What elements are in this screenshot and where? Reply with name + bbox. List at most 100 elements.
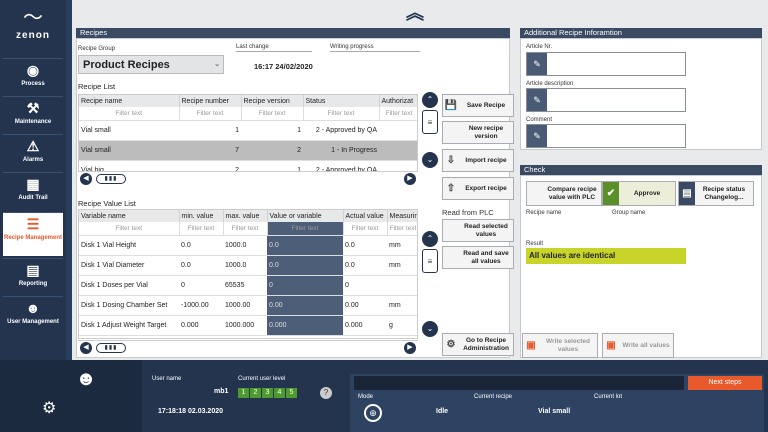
column-header[interactable]: max. value — [223, 210, 268, 222]
scroll-thumb[interactable]: ≡ — [422, 110, 438, 134]
settings-gears-icon[interactable]: ⚙ — [42, 398, 56, 418]
table-row[interactable]: Disk 1 Adjust Weight Target 0.000 1000.000… — [79, 315, 417, 336]
table-cell: Disk 1 Vial Height — [79, 235, 179, 256]
table-cell: 1 - In Progress — [303, 140, 379, 161]
filter-input[interactable]: Filter text — [241, 107, 304, 121]
filter-input[interactable]: Filter text — [179, 222, 224, 236]
table-row[interactable]: Disk 1 Vial Diameter 0.0 1000.0 0.0 0.0 mm — [79, 255, 417, 276]
save-recipe-button[interactable]: 💾 Save Recipe — [442, 94, 514, 117]
sidebar-item-audit-trail[interactable]: ▦ Audit Trail — [3, 172, 63, 210]
column-header[interactable]: Authorizat — [379, 95, 417, 107]
editable-value-cell[interactable]: 0.0 — [267, 255, 343, 276]
steering-wheel-icon: ⊕ — [364, 404, 382, 422]
filter-input[interactable]: Filter text — [303, 107, 380, 121]
scroll-up-icon[interactable]: ⌃ — [422, 92, 438, 108]
recipe-list-title: Recipe List — [78, 82, 116, 91]
sidebar-item-reporting[interactable]: ▤ Reporting — [3, 258, 63, 296]
status-changelog-button[interactable]: ▤ Recipe status Changelog... — [678, 181, 754, 206]
new-recipe-version-button[interactable]: New recipe version — [442, 121, 514, 144]
table-row[interactable]: Disk 1 Vial Height 0.0 1000.0 0.0 0.0 mm — [79, 235, 417, 256]
sidebar-item-recipe-management[interactable]: ☰ Recipe Management — [3, 212, 63, 256]
column-header[interactable]: Actual value — [343, 210, 388, 222]
sidebar-item-process[interactable]: ◉ Process — [3, 58, 63, 96]
table-cell: 0.000 — [343, 315, 387, 336]
pencil-icon[interactable]: ✎ — [527, 89, 547, 111]
export-recipe-button[interactable]: ⇧ Export recipe — [442, 177, 514, 200]
filter-input[interactable]: Filter text — [79, 222, 180, 236]
read-selected-values-button[interactable]: Read selected values — [442, 219, 514, 242]
write-selected-values-button[interactable]: ▣ Write selected values — [522, 333, 598, 358]
editable-value-cell[interactable]: 0 — [267, 275, 343, 296]
button-label: Import recipe — [465, 156, 507, 164]
table-row-selected[interactable]: Vial small 7 2 1 - In Progress — [79, 140, 417, 161]
import-icon: ⇩ — [446, 155, 456, 166]
user-name-label: User name — [152, 376, 182, 382]
article-description-field[interactable]: ✎ — [526, 88, 686, 112]
last-change-label: Last change — [236, 44, 269, 50]
filter-input[interactable]: Filter text — [343, 222, 388, 236]
user-level-label: Current user level — [238, 376, 286, 382]
editable-value-cell[interactable]: 0.0 — [267, 235, 343, 256]
scroll-left-icon[interactable]: ◀ — [80, 173, 92, 185]
table-row[interactable]: Disk 1 Dosing Chamber Set -1000.00 1000.00… — [79, 295, 417, 316]
compare-with-plc-button[interactable]: Compare recipe value with PLC — [526, 181, 602, 206]
scroll-thumb[interactable]: ▮▮▮ — [96, 174, 126, 184]
column-header[interactable]: Measuring — [387, 210, 417, 222]
value-list-hscroll[interactable]: ◀ ▮▮▮ ▶ — [78, 340, 418, 354]
sidebar-item-maintenance[interactable]: ⚒ Maintenance — [3, 96, 63, 134]
import-recipe-button[interactable]: ⇩ Import recipe — [442, 149, 514, 172]
scroll-right-icon[interactable]: ▶ — [404, 173, 416, 185]
collapse-header-chevron-icon[interactable]: ︽ — [403, 3, 427, 23]
column-header[interactable]: Value or variable — [267, 210, 344, 222]
article-nr-label: Article Nr. — [526, 44, 553, 50]
write-all-values-button[interactable]: ▣ Write all values — [602, 333, 674, 358]
filter-input[interactable]: Filter text — [267, 222, 344, 236]
button-label: Read selected values — [464, 222, 508, 238]
pencil-icon[interactable]: ✎ — [527, 125, 547, 147]
scroll-right-icon[interactable]: ▶ — [404, 342, 416, 354]
next-steps-button[interactable]: Next steps — [688, 376, 762, 390]
column-header[interactable]: Variable name — [79, 210, 180, 222]
check-header: Check — [520, 165, 762, 175]
scroll-thumb[interactable]: ▮▮▮ — [96, 343, 126, 353]
column-header[interactable]: Status — [303, 95, 380, 107]
scroll-down-icon[interactable]: ⌄ — [422, 321, 438, 337]
recipe-group-select[interactable]: Product Recipes ⌄ — [78, 55, 224, 74]
changelog-icon: ▤ — [679, 182, 695, 205]
recipe-list-vscroll[interactable]: ⌃ ≡ ⌄ — [422, 92, 438, 174]
table-row[interactable]: Vial small 1 1 2 - Approved by QA — [79, 120, 417, 141]
mode-value: Idle — [436, 408, 449, 415]
value-list-vscroll[interactable]: ⌃ ≡ ⌄ — [422, 231, 438, 341]
scroll-thumb[interactable]: ≡ — [422, 249, 438, 273]
scroll-up-icon[interactable]: ⌃ — [422, 231, 438, 247]
editable-value-cell[interactable]: 0.00 — [267, 295, 343, 316]
column-header[interactable]: Recipe number — [179, 95, 242, 107]
recipe-list-hscroll[interactable]: ◀ ▮▮▮ ▶ — [78, 171, 418, 185]
pencil-icon[interactable]: ✎ — [527, 53, 547, 75]
column-header[interactable]: Recipe name — [79, 95, 180, 107]
go-to-recipe-administration-button[interactable]: ⚙ Go to Recipe Administration — [442, 333, 514, 356]
column-header[interactable]: min. value — [179, 210, 224, 222]
column-header[interactable]: Recipe version — [241, 95, 304, 107]
help-icon[interactable]: ? — [320, 387, 332, 399]
filter-input[interactable]: Filter text — [79, 107, 180, 121]
filter-input[interactable]: Filter text — [179, 107, 242, 121]
sidebar-item-alarms[interactable]: ⚠ Alarms — [3, 134, 63, 172]
filter-input[interactable]: Filter text — [223, 222, 268, 236]
comment-field[interactable]: ✎ — [526, 124, 686, 148]
approve-button[interactable]: ✔ Approve — [602, 181, 676, 206]
table-cell: 0.000 — [179, 315, 223, 336]
filter-input[interactable]: Filter text — [379, 107, 417, 121]
article-nr-field[interactable]: ✎ — [526, 52, 686, 76]
table-cell: 1000.000 — [223, 315, 267, 336]
sidebar-item-user-management[interactable]: ☻ User Management — [3, 296, 63, 334]
table-row[interactable]: Disk 1 Doses per Vial 0 65535 0 0 — [79, 275, 417, 296]
filter-input[interactable]: Filter text — [387, 222, 417, 236]
read-save-all-button[interactable]: Read and save all values — [442, 246, 514, 269]
scroll-down-icon[interactable]: ⌄ — [422, 152, 438, 168]
recipe-group-label: Recipe Group — [78, 46, 116, 52]
scroll-left-icon[interactable]: ◀ — [80, 342, 92, 354]
table-cell: 2 - Approved by QA — [303, 120, 379, 141]
report-icon: ▤ — [26, 262, 40, 278]
editable-value-cell[interactable]: 0.000 — [267, 315, 343, 336]
